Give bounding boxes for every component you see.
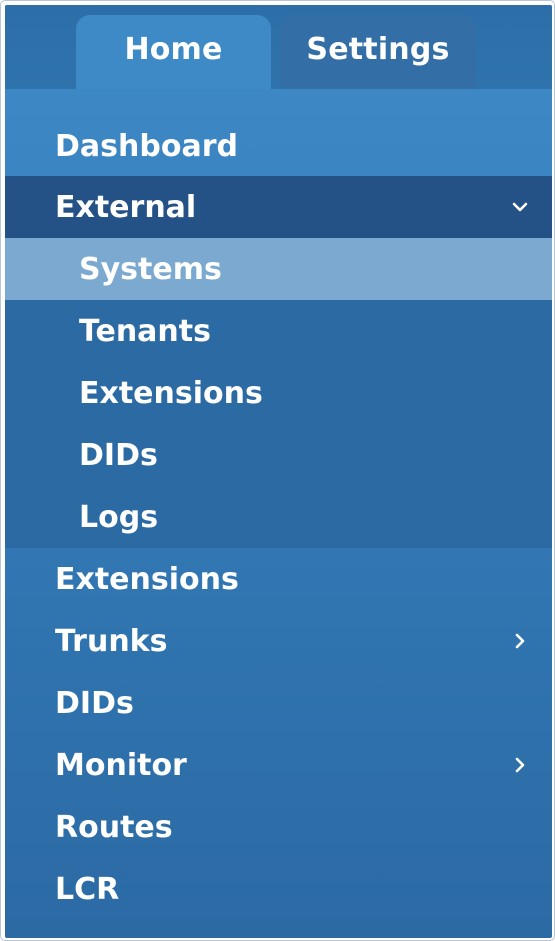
chevron-down-icon[interactable] [510,197,530,217]
sidebar-item-systems[interactable]: Systems [5,238,552,300]
sidebar-item-label: Dashboard [55,128,238,164]
sidebar-item-label: Monitor [55,747,187,783]
sidebar-item-label: Extensions [79,375,263,411]
chevron-right-icon[interactable] [510,631,530,651]
sidebar-item-label: Extensions [55,561,239,597]
sidebar-item-tenants[interactable]: Tenants [5,300,552,362]
sidebar-item-external-dids[interactable]: DIDs [5,424,552,486]
window-frame: Home Settings Dashboard External Systems… [0,0,555,941]
sidebar-item-label: LCR [55,871,120,907]
tab-settings[interactable]: Settings [280,15,476,89]
tab-home[interactable]: Home [76,15,271,89]
sidebar-item-trunks[interactable]: Trunks [5,610,552,672]
sidebar-item-label: DIDs [55,685,134,721]
tab-settings-label: Settings [306,31,450,67]
sidebar-item-label: Routes [55,809,173,845]
external-submenu: Systems Tenants Extensions DIDs Logs [5,238,552,548]
sidebar-item-routes[interactable]: Routes [5,796,552,858]
sidebar-item-logs[interactable]: Logs [5,486,552,548]
sidebar-item-label: Trunks [55,623,168,659]
sidebar-item-monitor[interactable]: Monitor [5,734,552,796]
tab-home-label: Home [124,31,223,67]
chevron-right-icon[interactable] [510,755,530,775]
sidebar-item-label: External [55,189,197,225]
sidebar-item-external-extensions[interactable]: Extensions [5,362,552,424]
sidebar-item-label: Tenants [79,313,211,349]
sidebar-menu: Dashboard External Systems Tenants Exten… [5,89,552,920]
sidebar-item-label: Systems [79,251,222,287]
sidebar-item-dashboard[interactable]: Dashboard [5,89,552,176]
navigation-panel: Home Settings Dashboard External Systems… [5,5,552,938]
sidebar-item-external[interactable]: External [5,176,552,238]
sidebar-item-lcr[interactable]: LCR [5,858,552,920]
tab-bar: Home Settings [5,5,552,89]
sidebar-item-dids[interactable]: DIDs [5,672,552,734]
sidebar-item-label: DIDs [79,437,158,473]
sidebar-item-extensions[interactable]: Extensions [5,548,552,610]
sidebar-item-label: Logs [79,499,159,535]
